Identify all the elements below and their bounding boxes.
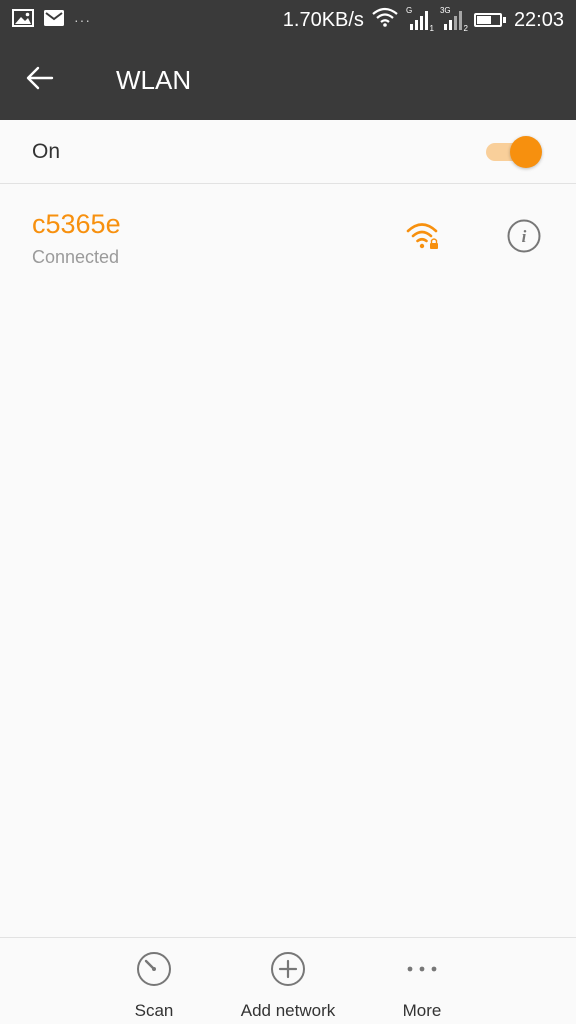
network-ssid: c5365e [32, 209, 121, 239]
network-speed: 1.70KB/s [282, 8, 364, 31]
wlan-toggle-label: On [32, 140, 61, 163]
scan-label: Scan [134, 1001, 174, 1020]
scan-icon [136, 951, 172, 987]
image-icon [12, 8, 34, 32]
network-status: Connected [32, 247, 120, 267]
more-dots-icon [404, 951, 440, 987]
overflow-indicator: ··· [74, 12, 91, 28]
arrow-left-icon [26, 66, 54, 95]
sim1-signal-icon: G 1 [405, 6, 434, 33]
wlan-switch[interactable] [486, 136, 542, 168]
svg-text:i: i [522, 227, 527, 246]
page-title: WLAN [116, 65, 192, 95]
switch-knob [510, 136, 542, 168]
status-bar: ··· 1.70KB/s G 1 3G 2 22:03 [0, 0, 576, 40]
add-network-button[interactable]: Add network [218, 938, 358, 1024]
back-button[interactable] [20, 60, 60, 100]
status-notifications: ··· [12, 8, 91, 32]
bottom-action-bar: Scan Add network More [0, 937, 576, 1024]
wifi-icon [372, 7, 398, 33]
status-right: 1.70KB/s G 1 3G 2 22:03 [283, 0, 564, 40]
add-network-label: Add network [240, 1001, 336, 1020]
sim2-signal-icon: 3G 2 [439, 6, 468, 33]
clock: 22:03 [513, 8, 564, 31]
more-button[interactable]: More [352, 938, 492, 1024]
more-label: More [402, 1001, 442, 1020]
network-info-button[interactable]: i [507, 219, 541, 253]
app-bar: WLAN [0, 40, 576, 120]
wifi-secured-icon [406, 221, 440, 251]
scan-button[interactable]: Scan [84, 938, 224, 1024]
battery-icon [473, 13, 506, 27]
plus-circle-icon [270, 951, 306, 987]
mail-icon [44, 9, 64, 31]
network-list-item[interactable]: c5365e Connected i [0, 185, 576, 285]
info-icon: i [507, 219, 541, 257]
